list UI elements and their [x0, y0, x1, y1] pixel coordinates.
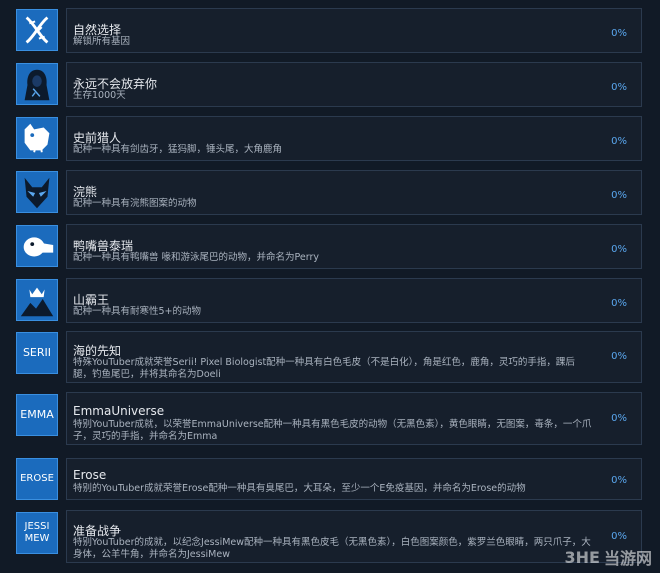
achievement-description: 特殊YouTuber成就荣誉Serii! Pixel Biologist配种一种…: [73, 357, 575, 380]
achievement-percent: 0%: [611, 244, 627, 255]
achievement-description: 配种一种具有鸭嘴兽 喙和游泳尾巴的动物，并命名为Perry: [73, 252, 320, 263]
jessimew-badge-icon: JESSI MEW: [16, 512, 58, 554]
achievement-panel: 山霸王 配种一种具有耐寒性5+的动物 0%: [66, 278, 642, 323]
achievement-row[interactable]: 鸭嘴兽泰瑞 配种一种具有鸭嘴兽 喙和游泳尾巴的动物，并命名为Perry 0%: [14, 224, 642, 269]
achievement-panel: 永远不会放弃你 生存1000天 0%: [66, 62, 642, 107]
achievement-panel: 鸭嘴兽泰瑞 配种一种具有鸭嘴兽 喙和游泳尾巴的动物，并命名为Perry 0%: [66, 224, 642, 269]
site-watermark: 3HE 当游网: [565, 545, 652, 569]
achievement-panel: 浣熊 配种一种具有浣熊图案的动物 0%: [66, 170, 642, 215]
watermark-brand: 3HE: [564, 547, 600, 567]
achievement-panel: 海的先知 特殊YouTuber成就荣誉Serii! Pixel Biologis…: [66, 331, 642, 383]
achievement-percent: 0%: [611, 531, 627, 542]
sabertooth-icon: [16, 117, 58, 159]
achievement-percent: 0%: [611, 28, 627, 39]
serii-badge-icon: SERII: [16, 332, 58, 374]
badge-text: SERII: [22, 346, 52, 359]
achievement-title: Erose: [73, 468, 107, 482]
achievement-percent: 0%: [611, 190, 627, 201]
badge-text: JESSI MEW: [24, 521, 50, 544]
achievement-panel: Erose 特别的YouTuber成就荣誉Erose配种一种具有臭尾巴，大耳朵，…: [66, 458, 642, 500]
achievement-row[interactable]: 史前猎人 配种一种具有剑齿牙，猛犸脚，锤头尾，大角鹿角 0%: [14, 116, 642, 161]
badge-text: EROSE: [20, 473, 54, 484]
mountain-crown-icon: [16, 279, 58, 321]
emma-badge-icon: EMMA: [16, 394, 58, 436]
achievement-panel: EmmaUniverse 特别YouTuber成就，以荣誉EmmaUnivers…: [66, 392, 642, 445]
achievement-row[interactable]: 自然选择 解锁所有基因 0%: [14, 8, 642, 53]
achievement-row[interactable]: 山霸王 配种一种具有耐寒性5+的动物 0%: [14, 278, 642, 323]
achievement-row[interactable]: SERII 海的先知 特殊YouTuber成就荣誉Serii! Pixel Bi…: [14, 331, 642, 383]
achievement-panel: 自然选择 解锁所有基因 0%: [66, 8, 642, 53]
achievement-percent: 0%: [611, 475, 627, 486]
achievement-row[interactable]: JESSI MEW 准备战争 特别YouTuber的成就，以纪念JessiMew…: [14, 510, 642, 563]
badge-text: EMMA: [20, 408, 54, 421]
achievement-percent: 0%: [611, 298, 627, 309]
achievement-description: 解锁所有基因: [73, 36, 131, 47]
achievement-description: 特别的YouTuber成就荣誉Erose配种一种具有臭尾巴，大耳朵，至少一个E免…: [73, 483, 526, 494]
achievement-description: 配种一种具有剑齿牙，猛犸脚，锤头尾，大角鹿角: [73, 144, 283, 155]
watermark-site: 当游网: [603, 549, 652, 568]
raccoon-icon: [16, 171, 58, 213]
dna-icon: [16, 9, 58, 51]
platypus-icon: [16, 225, 58, 267]
achievement-panel: 史前猎人 配种一种具有剑齿牙，猛犸脚，锤头尾，大角鹿角 0%: [66, 116, 642, 161]
achievement-row[interactable]: 浣熊 配种一种具有浣熊图案的动物 0%: [14, 170, 642, 215]
erose-badge-icon: EROSE: [16, 458, 58, 500]
achievement-description: 配种一种具有浣熊图案的动物: [73, 198, 197, 209]
achievement-description: 特别YouTuber的成就，以纪念JessiMew配种一种具有黑色皮毛（无黑色素…: [73, 537, 591, 560]
achievement-description: 特别YouTuber成就，以荣誉EmmaUniverse配种一种具有黑色毛皮的动…: [73, 419, 592, 442]
achievement-row[interactable]: EMMA EmmaUniverse 特别YouTuber成就，以荣誉EmmaUn…: [14, 392, 642, 445]
hooded-figure-icon: [16, 63, 58, 105]
achievement-percent: 0%: [611, 82, 627, 93]
achievement-title: EmmaUniverse: [73, 404, 165, 418]
achievement-description: 配种一种具有耐寒性5+的动物: [73, 306, 202, 317]
achievement-percent: 0%: [611, 413, 627, 424]
achievement-description: 生存1000天: [73, 90, 126, 101]
achievement-panel: 准备战争 特别YouTuber的成就，以纪念JessiMew配种一种具有黑色皮毛…: [66, 510, 642, 563]
achievement-row[interactable]: EROSE Erose 特别的YouTuber成就荣誉Erose配种一种具有臭尾…: [14, 458, 642, 500]
achievement-percent: 0%: [611, 136, 627, 147]
achievement-row[interactable]: 永远不会放弃你 生存1000天 0%: [14, 62, 642, 107]
achievement-percent: 0%: [611, 351, 627, 362]
